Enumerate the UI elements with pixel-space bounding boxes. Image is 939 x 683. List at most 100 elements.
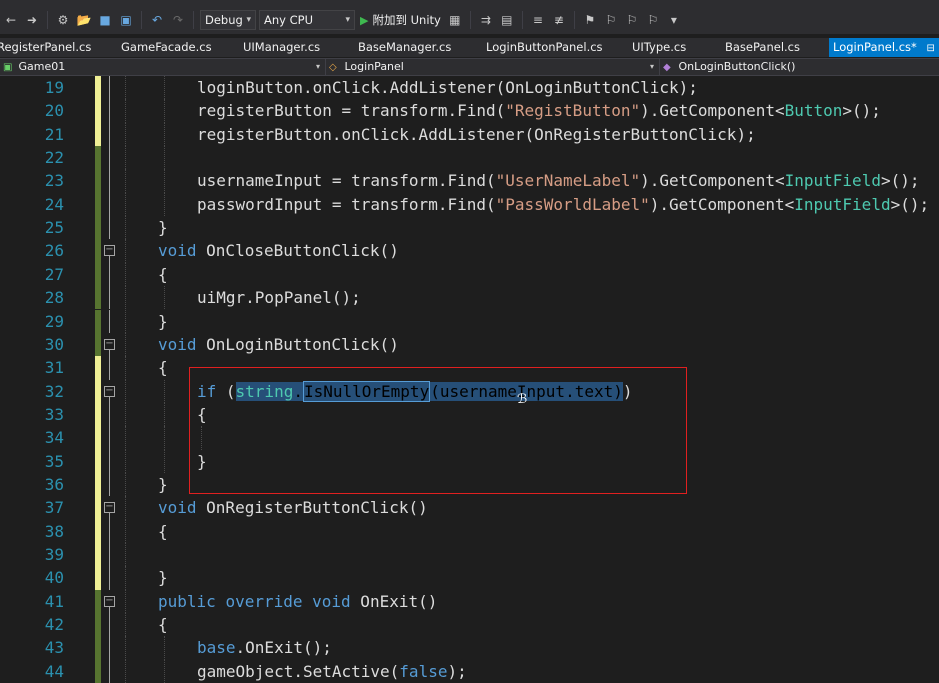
indent-guide <box>164 426 165 450</box>
code-line[interactable]: 40} <box>0 566 939 590</box>
collapse-icon[interactable]: − <box>104 338 115 350</box>
code-token: uiMgr.PopPanel(); <box>197 288 361 308</box>
code-line[interactable]: 43 base.OnExit(); <box>0 636 939 660</box>
tab-gamefacade[interactable]: GameFacade.cs <box>121 38 221 57</box>
code-line[interactable]: 24 passwordInput = transform.Find("PassWo… <box>0 192 939 217</box>
tab-uimanager[interactable]: UIManager.cs <box>243 38 343 57</box>
step-icon[interactable]: ⇉ <box>477 11 495 29</box>
code-text[interactable]: base.OnExit(); <box>197 636 332 659</box>
toolbar-separator <box>47 11 48 29</box>
indent-guide <box>164 286 165 310</box>
save-all-icon[interactable]: ▣ <box>117 11 135 29</box>
line-number: 20 <box>44 101 64 121</box>
code-text[interactable]: void OnRegisterButtonClick() <box>158 496 428 519</box>
debug-options-icon[interactable]: ▦ <box>446 11 464 29</box>
code-text[interactable]: } <box>158 566 168 589</box>
code-line[interactable]: 26 − void OnCloseButtonClick() <box>0 239 939 263</box>
code-line[interactable]: 25} <box>0 216 939 240</box>
code-text[interactable]: void OnLoginButtonClick() <box>158 333 399 356</box>
code-text[interactable]: registerButton = transform.Find("RegistB… <box>197 99 881 122</box>
code-line[interactable]: 21 registerButton.onClick.AddListener(OnR… <box>0 122 939 147</box>
code-line[interactable]: 22 <box>0 146 939 170</box>
tab-loginbuttonpanel[interactable]: LoginButtonPanel.cs <box>486 38 616 57</box>
code-line[interactable]: 20 registerButton = transform.Find("Regis… <box>0 99 939 123</box>
code-text[interactable]: uiMgr.PopPanel(); <box>197 286 361 309</box>
code-line[interactable]: 39 <box>0 543 939 567</box>
comment-icon[interactable]: ≡ <box>529 11 547 29</box>
line-number: 38 <box>44 521 64 541</box>
layout-icon[interactable]: ▤ <box>498 11 516 29</box>
pin-icon[interactable]: ⊟ <box>926 43 934 54</box>
code-text[interactable]: passwordInput = transform.Find("PassWorl… <box>197 193 929 216</box>
class-dropdown[interactable]: ◇ LoginPanel ▾ <box>326 59 660 75</box>
clear-bookmarks-icon[interactable]: ⚐ <box>644 11 662 29</box>
indent-guide <box>125 122 126 147</box>
code-text[interactable]: registerButton.onClick.AddListener(OnReg… <box>197 123 756 146</box>
code-line[interactable]: 41 − public override void OnExit() <box>0 589 939 614</box>
collapse-icon[interactable]: − <box>104 595 115 607</box>
uncomment-icon[interactable]: ≢ <box>550 11 568 29</box>
code-text[interactable]: { <box>158 613 168 636</box>
code-line[interactable]: 19 loginButton.onClick.AddListener(OnLogi… <box>0 76 939 100</box>
outline-line <box>109 636 110 660</box>
toolbar-separator <box>141 11 142 29</box>
solution-configuration-select[interactable]: Debug ▾ <box>200 10 256 30</box>
code-token: { <box>158 521 168 541</box>
code-line[interactable]: 29} <box>0 309 939 333</box>
code-text[interactable]: void OnCloseButtonClick() <box>158 239 399 262</box>
code-line[interactable]: 23 usernameInput = transform.Find("UserNa… <box>0 169 939 193</box>
change-indicator <box>95 76 101 100</box>
tab-basepanel[interactable]: BasePanel.cs <box>725 38 825 57</box>
change-indicator <box>95 566 101 590</box>
previous-bookmark-icon[interactable]: ⚐ <box>602 11 620 29</box>
code-text[interactable]: } <box>158 216 168 239</box>
indent-guide <box>125 426 126 450</box>
code-line[interactable]: 42 { <box>0 613 939 637</box>
redo-icon[interactable]: ↷ <box>169 11 187 29</box>
next-bookmark-icon[interactable]: ⚐ <box>623 11 641 29</box>
code-line[interactable]: 44 gameObject.SetActive(false); <box>0 659 939 683</box>
attach-to-unity-button[interactable]: ▶ 附加到 Unity <box>358 12 443 28</box>
change-indicator <box>95 613 101 637</box>
code-line[interactable]: 28 uiMgr.PopPanel(); <box>0 286 939 310</box>
outline-line <box>109 402 110 427</box>
navigate-forward-icon[interactable]: ➜ <box>23 11 41 29</box>
outline-line <box>109 286 110 310</box>
member-dropdown[interactable]: ◆ OnLoginButtonClick() <box>660 59 939 75</box>
collapse-icon[interactable]: − <box>104 502 115 514</box>
code-text[interactable]: { <box>158 263 168 286</box>
code-text[interactable]: gameObject.SetActive(false); <box>197 660 467 683</box>
bookmark-icon[interactable]: ⚑ <box>581 11 599 29</box>
code-text[interactable]: } <box>158 473 168 496</box>
indent-guide <box>164 449 165 473</box>
open-file-icon[interactable]: 📂 <box>75 11 93 29</box>
save-icon[interactable]: ■ <box>96 11 114 29</box>
navigate-back-icon[interactable]: ← <box>2 11 20 29</box>
code-line[interactable]: 37 − void OnRegisterButtonClick() <box>0 496 939 520</box>
project-dropdown[interactable]: ▣ Game01 ▾ <box>0 59 326 75</box>
change-indicator <box>95 146 101 170</box>
code-editor[interactable]: 19 loginButton.onClick.AddListener(OnLogi… <box>0 76 939 683</box>
change-indicator <box>95 99 101 123</box>
code-line[interactable]: 38 { <box>0 519 939 543</box>
code-line[interactable]: 27 { <box>0 262 939 287</box>
collapse-icon[interactable]: − <box>104 245 115 257</box>
code-text[interactable]: { <box>158 356 168 379</box>
chevron-down-icon: ▾ <box>246 15 251 25</box>
undo-icon[interactable]: ↶ <box>148 11 166 29</box>
toolbar-overflow-icon[interactable]: ▾ <box>665 11 683 29</box>
collapse-icon[interactable]: − <box>104 385 115 397</box>
code-text[interactable]: loginButton.onClick.AddListener(OnLoginB… <box>197 76 698 99</box>
tab-loginpanel[interactable]: LoginPanel.cs* ⊟ ✕ <box>829 38 939 57</box>
code-text[interactable]: usernameInput = transform.Find("UserName… <box>197 169 919 192</box>
code-text[interactable]: public override void OnExit() <box>158 590 437 613</box>
solution-platform-select[interactable]: Any CPU ▾ <box>259 10 355 30</box>
new-project-icon[interactable]: ⚙ <box>54 11 72 29</box>
code-text[interactable]: } <box>158 310 168 333</box>
code-line[interactable]: 30 − void OnLoginButtonClick() <box>0 332 939 357</box>
code-text[interactable]: { <box>158 520 168 543</box>
tab-uitype[interactable]: UIType.cs <box>632 38 712 57</box>
tab-registerpanel[interactable]: RegisterPanel.cs <box>0 38 107 57</box>
code-token: } <box>158 311 168 331</box>
tab-basemanager[interactable]: BaseManager.cs <box>358 38 468 57</box>
